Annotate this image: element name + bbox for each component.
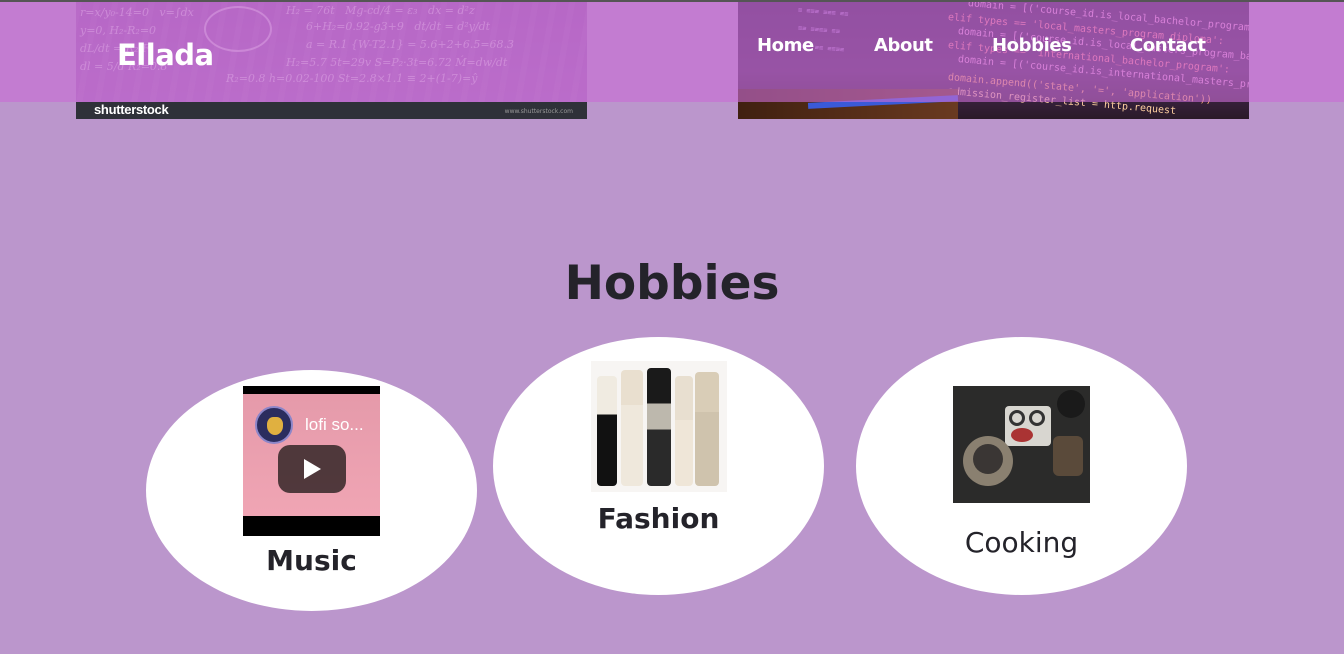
hobby-label-fashion: Fashion [597, 502, 720, 535]
music-video-embed[interactable]: lofi so... [243, 386, 380, 536]
section-title: Hobbies [564, 256, 780, 311]
hobby-label-cooking: Cooking [964, 526, 1079, 559]
nav-hobbies[interactable]: Hobbies [992, 35, 1072, 56]
shutterstock-logo: shutterstock [94, 102, 169, 117]
video-title: lofi so... [305, 415, 364, 434]
play-icon[interactable] [278, 445, 346, 493]
watermark-bar: shutterstock www.shutterstock.com [76, 102, 587, 119]
nav-about[interactable]: About [874, 35, 933, 56]
nav-contact[interactable]: Contact [1130, 35, 1206, 56]
top-border [0, 0, 1344, 2]
nav-home[interactable]: Home [757, 35, 814, 56]
channel-avatar [255, 406, 293, 444]
cooking-image [953, 386, 1090, 503]
brand-logo[interactable]: Ellada [117, 38, 214, 72]
navbar: Ellada Home About Hobbies Contact [0, 2, 1344, 102]
fashion-image [591, 361, 727, 492]
hobby-label-music: Music [266, 544, 357, 577]
